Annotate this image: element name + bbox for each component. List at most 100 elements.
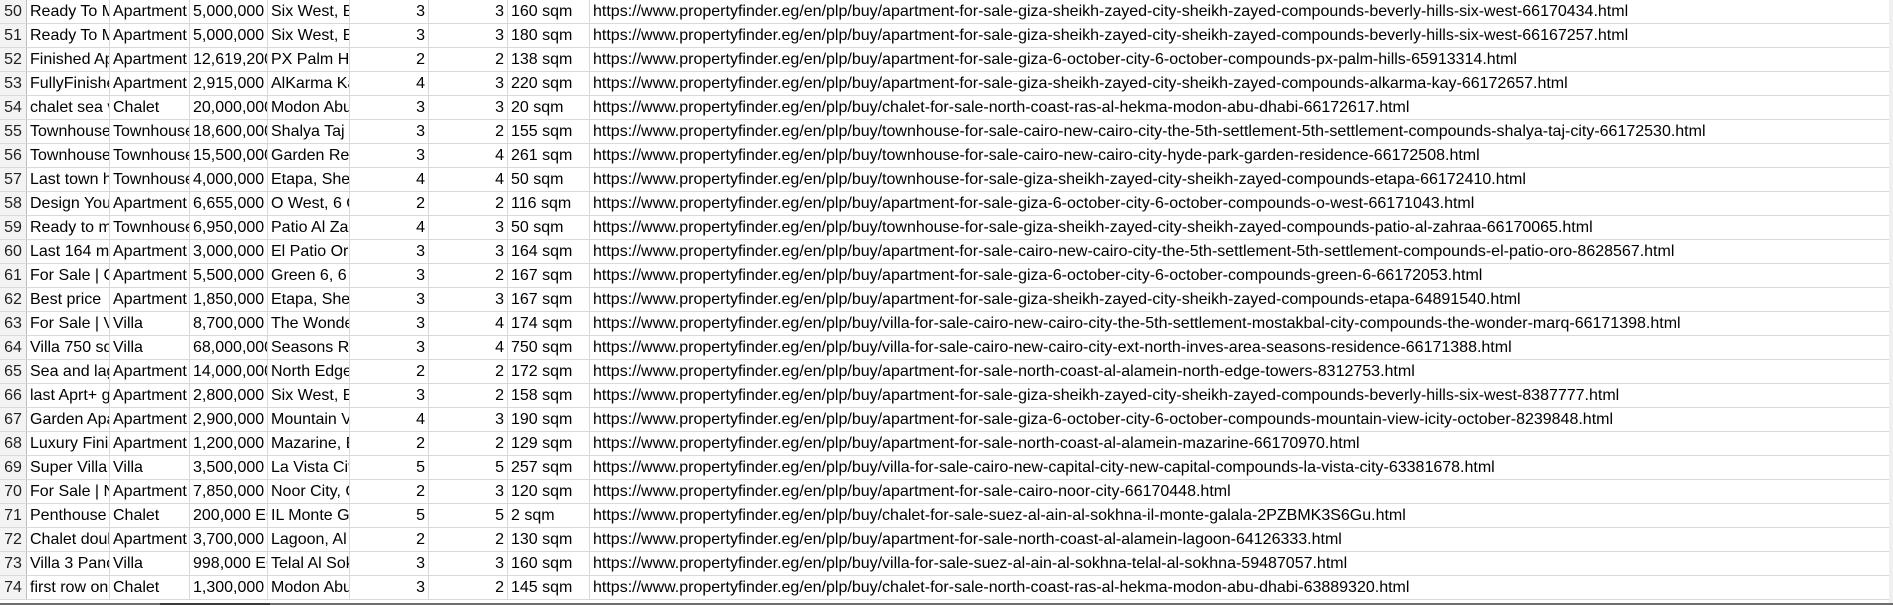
cell-price[interactable]: 15,500,000 — [190, 144, 268, 167]
cell-url[interactable]: https://www.propertyfinder.eg/en/plp/buy… — [590, 240, 1893, 263]
cell-property-type[interactable]: Villa — [110, 552, 190, 575]
cell-size[interactable]: 180 sqm — [508, 24, 590, 47]
cell-bedrooms[interactable]: 3 — [350, 24, 429, 47]
cell-bathrooms[interactable]: 2 — [429, 120, 508, 143]
cell-url[interactable]: https://www.propertyfinder.eg/en/plp/buy… — [590, 168, 1893, 191]
table-row[interactable]: 56TownhouseTownhouse15,500,000Garden Res… — [0, 144, 1893, 168]
table-row[interactable]: 62 Best price Apartment 1,850,000 Etapa, She… — [0, 288, 1893, 312]
cell-property-type[interactable]: Apartment — [110, 264, 190, 287]
table-row[interactable]: 54chalet sea viewChalet20,000,000Modon A… — [0, 96, 1893, 120]
cell-property-type[interactable]: Apartment — [110, 288, 190, 311]
cell-size[interactable]: 257 sqm — [508, 456, 590, 479]
row-header[interactable]: 69 — [0, 456, 27, 479]
cell-size[interactable]: 2 sqm — [508, 504, 590, 527]
row-header[interactable]: 61 — [0, 264, 27, 287]
cell-location[interactable]: Telal Al Sokhna — [268, 552, 350, 575]
cell-title[interactable]: Last 164 m — [27, 240, 110, 263]
cell-location[interactable]: El Patio Oro — [268, 240, 350, 263]
cell-size[interactable]: 174 sqm — [508, 312, 590, 335]
cell-bedrooms[interactable]: 5 — [350, 504, 429, 527]
cell-title[interactable]: For Sale | Villa — [27, 312, 110, 335]
table-row[interactable]: 55 Townhouse Townhouse 18,600,000 Shalya Taj… — [0, 120, 1893, 144]
cell-price[interactable]: 5,000,000 — [190, 0, 268, 23]
cell-title[interactable]: Villa 3 Panorama — [27, 552, 110, 575]
cell-bathrooms[interactable]: 3 — [429, 288, 508, 311]
cell-price[interactable]: 20,000,000 — [190, 96, 268, 119]
cell-bedrooms[interactable]: 4 — [350, 168, 429, 191]
cell-location[interactable]: Six West, Beverly Hills — [268, 384, 350, 407]
cell-bedrooms[interactable]: 5 — [350, 456, 429, 479]
cell-bathrooms[interactable]: 2 — [429, 384, 508, 407]
cell-size[interactable]: 116 sqm — [508, 192, 590, 215]
row-header[interactable]: 71 — [0, 504, 27, 527]
vertical-scrollbar[interactable] — [1889, 0, 1893, 605]
cell-bedrooms[interactable]: 3 — [350, 120, 429, 143]
cell-property-type[interactable]: Apartment — [110, 408, 190, 431]
cell-bathrooms[interactable]: 4 — [429, 312, 508, 335]
cell-url[interactable]: https://www.propertyfinder.eg/en/plp/buy… — [590, 264, 1893, 287]
cell-title[interactable]: Sea and lagoon — [27, 360, 110, 383]
cell-price[interactable]: 2,800,000 — [190, 384, 268, 407]
cell-url[interactable]: https://www.propertyfinder.eg/en/plp/buy… — [590, 528, 1893, 551]
cell-location[interactable]: Six West, Beverly Hills — [268, 0, 350, 23]
cell-location[interactable]: Shalya Taj City — [268, 120, 350, 143]
cell-url[interactable]: https://www.propertyfinder.eg/en/plp/buy… — [590, 384, 1893, 407]
cell-size[interactable]: 172 sqm — [508, 360, 590, 383]
cell-location[interactable]: Noor City, Cairo — [268, 480, 350, 503]
cell-location[interactable]: AlKarma Kay — [268, 72, 350, 95]
table-row[interactable]: 70For Sale | NoorApartment7,850,000Noor … — [0, 480, 1893, 504]
table-row[interactable]: 71PenthouseChalet200,000 EGPIL Monte Gal… — [0, 504, 1893, 528]
cell-price[interactable]: 3,500,000 — [190, 456, 268, 479]
cell-property-type[interactable]: Apartment — [110, 384, 190, 407]
row-header[interactable]: 50 — [0, 0, 27, 23]
row-header[interactable]: 54 — [0, 96, 27, 119]
cell-bedrooms[interactable]: 2 — [350, 360, 429, 383]
cell-title[interactable]: first row on sea — [27, 576, 110, 599]
cell-property-type[interactable]: Townhouse — [110, 216, 190, 239]
cell-property-type[interactable]: Apartment — [110, 240, 190, 263]
cell-location[interactable]: Mazarine, El Alamein — [268, 432, 350, 455]
cell-size[interactable]: 50 sqm — [508, 168, 590, 191]
cell-property-type[interactable]: Townhouse — [110, 144, 190, 167]
cell-price[interactable]: 4,000,000 — [190, 168, 268, 191]
cell-price[interactable]: 2,900,000 — [190, 408, 268, 431]
row-header[interactable]: 68 — [0, 432, 27, 455]
cell-location[interactable]: Garden Residence — [268, 144, 350, 167]
cell-property-type[interactable]: Villa — [110, 336, 190, 359]
row-header[interactable]: 60 — [0, 240, 27, 263]
cell-bathrooms[interactable]: 2 — [429, 48, 508, 71]
cell-bedrooms[interactable]: 3 — [350, 144, 429, 167]
cell-size[interactable]: 158 sqm — [508, 384, 590, 407]
cell-location[interactable]: Modon Abu Dhabi — [268, 576, 350, 599]
cell-bathrooms[interactable]: 4 — [429, 168, 508, 191]
cell-url[interactable]: https://www.propertyfinder.eg/en/plp/buy… — [590, 480, 1893, 503]
cell-bathrooms[interactable]: 3 — [429, 216, 508, 239]
cell-location[interactable]: Seasons Residence — [268, 336, 350, 359]
cell-size[interactable]: 167 sqm — [508, 264, 590, 287]
cell-property-type[interactable]: Apartment — [110, 0, 190, 23]
cell-bathrooms[interactable]: 2 — [429, 360, 508, 383]
cell-size[interactable]: 129 sqm — [508, 432, 590, 455]
cell-price[interactable]: 6,950,000 — [190, 216, 268, 239]
cell-bathrooms[interactable]: 3 — [429, 96, 508, 119]
cell-title[interactable]: chalet sea view — [27, 96, 110, 119]
row-header[interactable]: 65 — [0, 360, 27, 383]
cell-url[interactable]: https://www.propertyfinder.eg/en/plp/buy… — [590, 144, 1893, 167]
cell-price[interactable]: 18,600,000 — [190, 120, 268, 143]
cell-size[interactable]: 164 sqm — [508, 240, 590, 263]
row-header[interactable]: 56 — [0, 144, 27, 167]
row-header[interactable]: 67 — [0, 408, 27, 431]
table-row[interactable]: 65Sea and lagoonApartment14,000,000North… — [0, 360, 1893, 384]
row-header[interactable]: 64 — [0, 336, 27, 359]
cell-url[interactable]: https://www.propertyfinder.eg/en/plp/buy… — [590, 288, 1893, 311]
row-header[interactable]: 51 — [0, 24, 27, 47]
cell-bedrooms[interactable]: 3 — [350, 336, 429, 359]
cell-url[interactable]: https://www.propertyfinder.eg/en/plp/buy… — [590, 360, 1893, 383]
cell-title[interactable]: FullyFinished — [27, 72, 110, 95]
cell-size[interactable]: 20 sqm — [508, 96, 590, 119]
cell-location[interactable]: Patio Al Zahraa — [268, 216, 350, 239]
cell-bedrooms[interactable]: 2 — [350, 48, 429, 71]
table-row[interactable]: 74first row on seaChalet1,300,000Modon A… — [0, 576, 1893, 600]
cell-size[interactable]: 261 sqm — [508, 144, 590, 167]
table-row[interactable]: 59Ready to moveTownhouse6,950,000Patio A… — [0, 216, 1893, 240]
